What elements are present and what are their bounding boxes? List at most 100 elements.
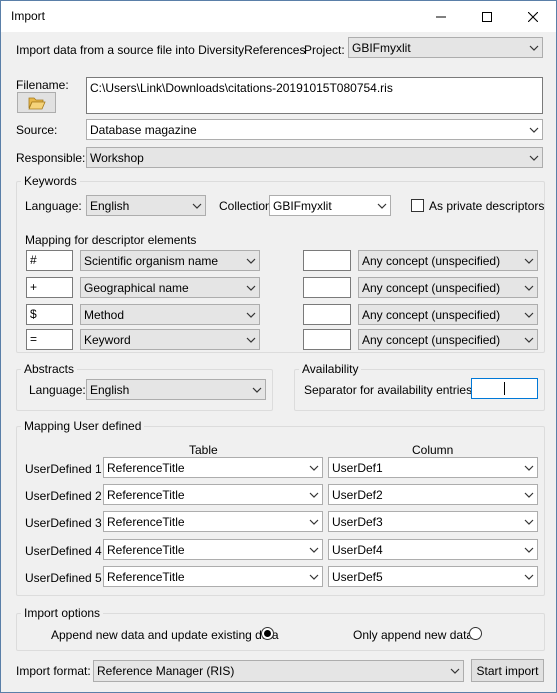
filename-label: Filename: xyxy=(16,78,69,92)
descriptor-element-select[interactable]: Keyword xyxy=(80,329,260,350)
filename-field[interactable]: C:\Users\Link\Downloads\citations-201910… xyxy=(86,77,543,114)
descriptor-element-value: Geographical name xyxy=(84,280,189,295)
separator-field[interactable] xyxy=(471,378,538,399)
chevron-down-icon xyxy=(525,38,542,57)
user-defined-table-select[interactable]: ReferenceTitle xyxy=(103,484,323,505)
descriptor-element-value: Scientific organism name xyxy=(84,253,219,268)
user-defined-label: UserDefined 1 xyxy=(25,462,102,476)
user-defined-column-select[interactable]: UserDef5 xyxy=(328,566,538,587)
user-defined-table-value: ReferenceTitle xyxy=(107,460,185,475)
descriptor-symbol-field[interactable]: = xyxy=(26,329,73,350)
user-defined-table-value: ReferenceTitle xyxy=(107,487,185,502)
close-button[interactable] xyxy=(510,1,556,32)
chevron-down-icon xyxy=(520,251,537,270)
append-only-radio[interactable] xyxy=(469,627,482,640)
descriptor-symbol-field[interactable]: # xyxy=(26,250,73,271)
chevron-down-icon xyxy=(248,380,265,399)
concept-code-field[interactable] xyxy=(303,304,351,325)
minimize-button[interactable] xyxy=(418,1,464,32)
project-label: Project: xyxy=(304,43,345,57)
abstracts-language-select[interactable]: English xyxy=(86,379,266,400)
project-select[interactable]: GBIFmyxlit xyxy=(348,37,543,58)
chevron-down-icon xyxy=(520,485,537,504)
concept-select[interactable]: Any concept (unspecified) xyxy=(358,250,538,271)
user-defined-column-value: UserDef3 xyxy=(332,514,383,529)
append-only-label: Only append new data xyxy=(353,628,474,642)
user-defined-column-select[interactable]: UserDef2 xyxy=(328,484,538,505)
user-defined-table-value: ReferenceTitle xyxy=(107,542,185,557)
import-format-select[interactable]: Reference Manager (RIS) xyxy=(93,660,464,682)
user-defined-column-select[interactable]: UserDef1 xyxy=(328,457,538,478)
chevron-down-icon xyxy=(242,305,259,324)
user-defined-column-value: UserDef2 xyxy=(332,487,383,502)
maximize-button[interactable] xyxy=(464,1,510,32)
source-value: Database magazine xyxy=(90,122,197,137)
text-cursor xyxy=(504,382,505,395)
concept-code-field[interactable] xyxy=(303,329,351,350)
private-descriptors-checkbox[interactable] xyxy=(411,199,424,212)
descriptor-symbol-field[interactable]: + xyxy=(26,277,73,298)
user-defined-column-value: UserDef1 xyxy=(332,460,383,475)
concept-code-field[interactable] xyxy=(303,277,351,298)
abstracts-language-value: English xyxy=(90,382,130,397)
responsible-value: Workshop xyxy=(90,150,144,165)
user-defined-column-select[interactable]: UserDef4 xyxy=(328,539,538,560)
chevron-down-icon xyxy=(520,278,537,297)
user-defined-label: UserDefined 4 xyxy=(25,544,102,558)
source-label: Source: xyxy=(16,123,58,137)
responsible-label: Responsible: xyxy=(16,151,86,165)
descriptor-element-value: Method xyxy=(84,307,125,322)
chevron-down-icon xyxy=(520,458,537,477)
descriptor-element-select[interactable]: Scientific organism name xyxy=(80,250,260,271)
chevron-down-icon xyxy=(242,251,259,270)
start-import-button[interactable]: Start import xyxy=(471,659,544,682)
minimize-icon xyxy=(436,16,446,17)
descriptor-element-select[interactable]: Method xyxy=(80,304,260,325)
user-defined-table-select[interactable]: ReferenceTitle xyxy=(103,566,323,587)
keywords-language-label: Language: xyxy=(25,199,82,213)
descriptor-element-value: Keyword xyxy=(84,332,131,347)
descriptor-symbol-field[interactable]: $ xyxy=(26,304,73,325)
descriptor-element-select[interactable]: Geographical name xyxy=(80,277,260,298)
availability-legend: Availability xyxy=(299,362,362,376)
concept-value: Any concept (unspecified) xyxy=(362,253,501,268)
concept-value: Any concept (unspecified) xyxy=(362,307,501,322)
source-select[interactable]: Database magazine xyxy=(86,119,543,140)
append-update-radio[interactable] xyxy=(261,627,274,640)
concept-code-field[interactable] xyxy=(303,250,351,271)
radio-selected-dot xyxy=(264,630,271,637)
description-text: Import data from a source file into Dive… xyxy=(16,43,306,57)
mapping-label: Mapping for descriptor elements xyxy=(25,233,197,247)
user-defined-table-select[interactable]: ReferenceTitle xyxy=(103,539,323,560)
project-value: GBIFmyxlit xyxy=(352,40,411,55)
import-format-value: Reference Manager (RIS) xyxy=(97,664,235,678)
collection-label: Collection: xyxy=(219,199,276,213)
concept-select[interactable]: Any concept (unspecified) xyxy=(358,329,538,350)
user-defined-column-select[interactable]: UserDef3 xyxy=(328,511,538,532)
start-import-label: Start import xyxy=(476,663,539,678)
chevron-down-icon xyxy=(305,540,322,559)
responsible-select[interactable]: Workshop xyxy=(86,147,543,168)
browse-file-button[interactable] xyxy=(17,92,56,113)
chevron-down-icon xyxy=(525,148,542,167)
user-defined-label: UserDefined 5 xyxy=(25,571,102,585)
user-defined-table-select[interactable]: ReferenceTitle xyxy=(103,457,323,478)
title-bar: Import xyxy=(1,1,556,32)
abstracts-language-label: Language: xyxy=(29,383,86,397)
concept-select[interactable]: Any concept (unspecified) xyxy=(358,304,538,325)
user-defined-legend: Mapping User defined xyxy=(21,419,145,433)
user-defined-label: UserDefined 3 xyxy=(25,516,102,530)
separator-label: Separator for availability entries: xyxy=(304,383,476,397)
concept-value: Any concept (unspecified) xyxy=(362,332,501,347)
collection-select[interactable]: GBIFmyxlit xyxy=(269,195,391,216)
concept-select[interactable]: Any concept (unspecified) xyxy=(358,277,538,298)
keywords-language-select[interactable]: English xyxy=(86,195,206,216)
user-defined-table-value: ReferenceTitle xyxy=(107,514,185,529)
abstracts-legend: Abstracts xyxy=(21,362,78,376)
chevron-down-icon xyxy=(520,567,537,586)
chevron-down-icon xyxy=(520,512,537,531)
chevron-down-icon xyxy=(525,120,542,139)
table-header: Table xyxy=(189,443,218,457)
chevron-down-icon xyxy=(520,540,537,559)
user-defined-table-select[interactable]: ReferenceTitle xyxy=(103,511,323,532)
